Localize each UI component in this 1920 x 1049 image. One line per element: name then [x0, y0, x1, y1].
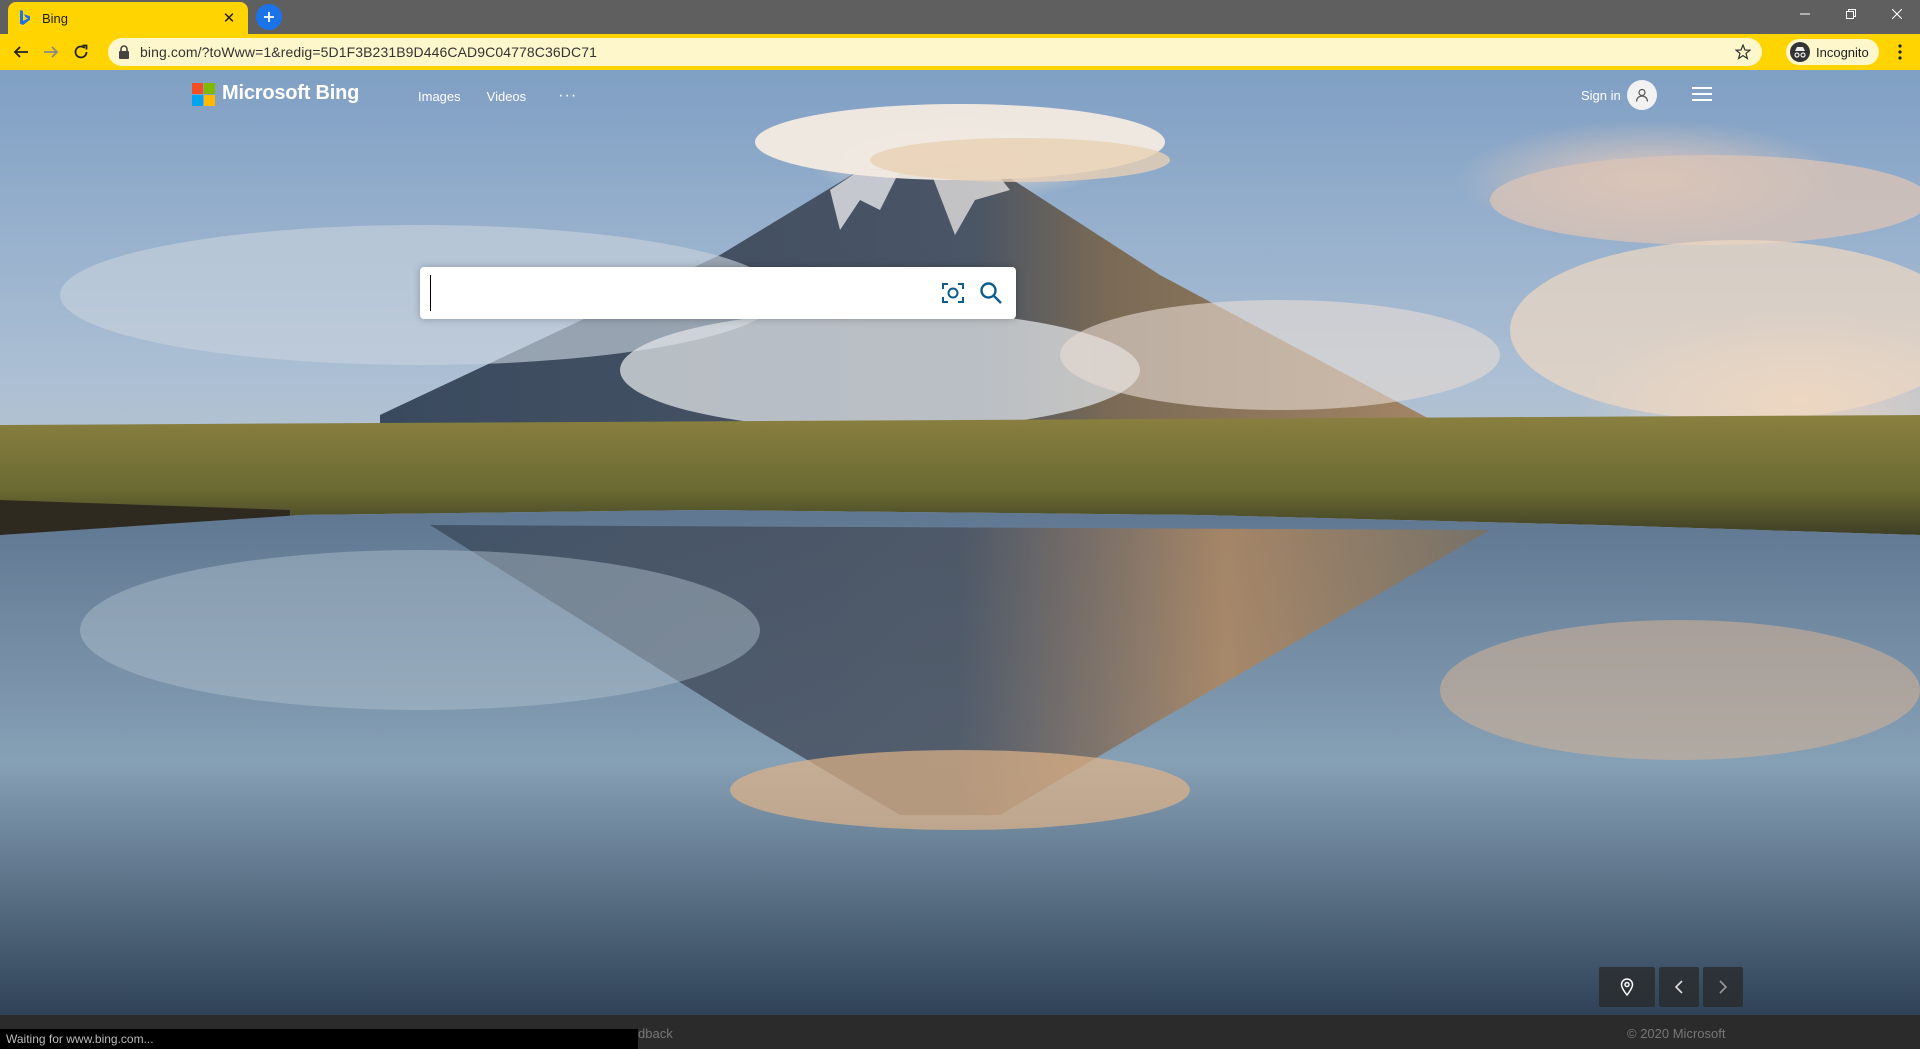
- reload-icon[interactable]: [66, 37, 96, 67]
- status-bar: Waiting for www.bing.com...: [0, 1029, 638, 1049]
- feedback-link[interactable]: dback: [638, 1026, 673, 1041]
- logo-text: Microsoft Bing: [222, 82, 360, 104]
- microsoft-logo-icon: [192, 82, 215, 106]
- bing-logo[interactable]: Microsoft Bing: [192, 82, 360, 106]
- incognito-label: Incognito: [1816, 44, 1869, 60]
- browser-toolbar: bing.com/?toWww=1&redig=5D1F3B231B9D446C…: [0, 34, 1920, 70]
- location-pin-icon[interactable]: [1599, 967, 1655, 1007]
- incognito-badge[interactable]: Incognito: [1786, 39, 1879, 65]
- tab-strip: Bing ✕: [0, 0, 1920, 34]
- search-input[interactable]: [430, 275, 938, 311]
- search-icon[interactable]: [976, 278, 1006, 308]
- window-controls: [1782, 0, 1920, 28]
- incognito-icon: [1790, 42, 1810, 62]
- address-bar[interactable]: bing.com/?toWww=1&redig=5D1F3B231B9D446C…: [108, 38, 1762, 66]
- url-text[interactable]: bing.com/?toWww=1&redig=5D1F3B231B9D446C…: [140, 44, 1734, 60]
- star-icon[interactable]: [1734, 43, 1752, 61]
- back-icon[interactable]: [6, 37, 36, 67]
- minimize-icon[interactable]: [1782, 0, 1828, 28]
- forward-icon[interactable]: [36, 37, 66, 67]
- close-window-icon[interactable]: [1874, 0, 1920, 28]
- chevron-left-icon[interactable]: [1659, 967, 1699, 1007]
- sign-in-button[interactable]: Sign in: [1581, 80, 1657, 110]
- search-box: [420, 267, 1016, 319]
- bing-icon: [18, 10, 32, 26]
- visual-search-icon[interactable]: [938, 278, 968, 308]
- lock-icon[interactable]: [118, 45, 132, 59]
- browser-menu-icon[interactable]: [1890, 40, 1910, 64]
- close-tab-icon[interactable]: ✕: [220, 9, 238, 27]
- nav-videos-link[interactable]: Videos: [487, 89, 527, 104]
- tab-bing[interactable]: Bing ✕: [8, 2, 248, 34]
- new-tab-button[interactable]: [256, 4, 282, 30]
- image-controls: [1599, 967, 1743, 1007]
- bing-header: Microsoft Bing Images Videos ··· Sign in: [0, 70, 1920, 120]
- sign-in-label: Sign in: [1581, 87, 1621, 103]
- hamburger-menu-icon[interactable]: [1691, 85, 1713, 103]
- top-nav: Images Videos ···: [418, 87, 577, 105]
- chevron-right-icon[interactable]: [1703, 967, 1743, 1007]
- restore-icon[interactable]: [1828, 0, 1874, 28]
- user-avatar-icon: [1626, 80, 1657, 110]
- bing-homepage: Microsoft Bing Images Videos ··· Sign in: [0, 70, 1920, 1015]
- copyright-text: © 2020 Microsoft: [1627, 1026, 1726, 1041]
- background-image: [0, 104, 1920, 1015]
- more-menu-button[interactable]: ···: [558, 87, 577, 105]
- nav-images-link[interactable]: Images: [418, 89, 461, 104]
- tab-title: Bing: [42, 10, 69, 26]
